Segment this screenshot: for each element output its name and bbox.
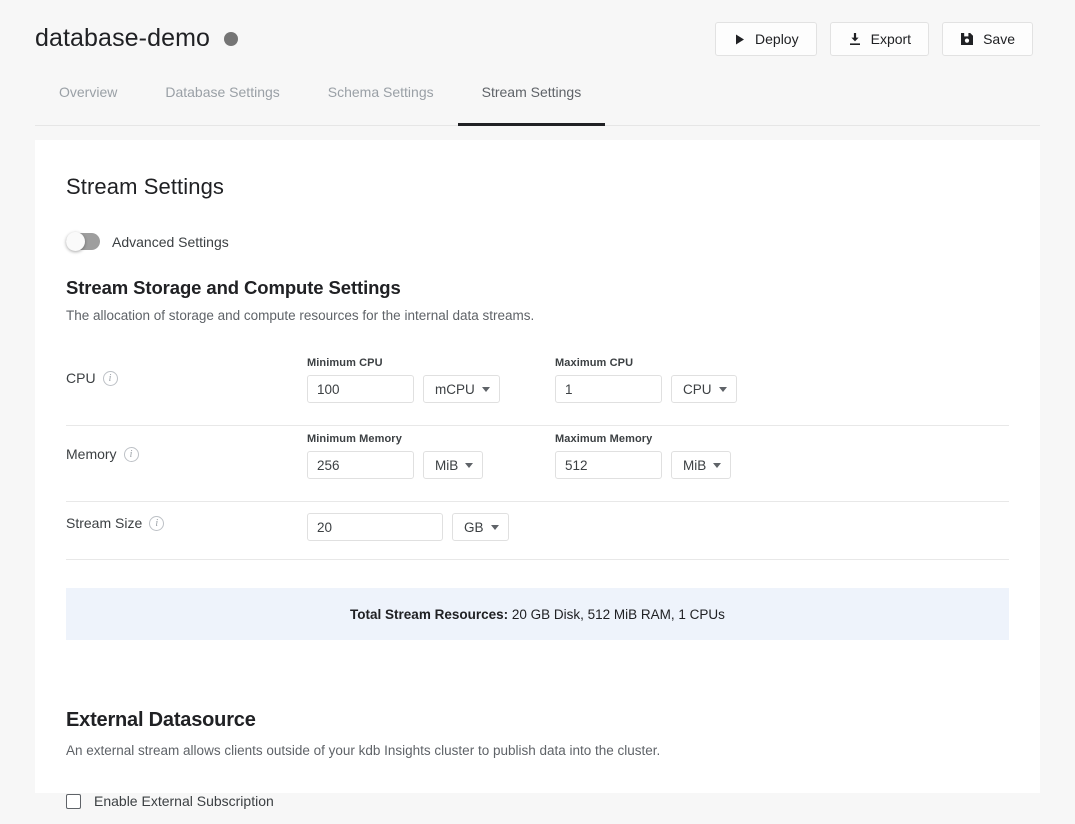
page-title-group: database-demo <box>35 24 239 53</box>
chevron-down-icon <box>713 462 722 468</box>
tab-schema-settings-label: Schema Settings <box>327 84 434 100</box>
field-maximum-memory: Maximum Memory MiB <box>555 426 803 479</box>
stream-size-input[interactable] <box>307 513 443 541</box>
stream-settings-card: Stream Settings Advanced Settings Stream… <box>35 140 1040 809</box>
setting-row-cpu-label-group: CPU i <box>66 350 307 386</box>
external-datasource-section: External Datasource An external stream a… <box>66 709 1009 809</box>
stream-size-unit-select[interactable]: GB <box>452 513 509 541</box>
total-stream-resources-banner: Total Stream Resources: 20 GB Disk, 512 … <box>66 588 1009 640</box>
maximum-cpu-input[interactable] <box>555 375 662 403</box>
field-minimum-cpu: Minimum CPU mCPU <box>307 350 555 403</box>
setting-row-memory-label: Memory <box>66 446 117 462</box>
field-minimum-memory-label: Minimum Memory <box>307 433 402 445</box>
stream-size-unit-value: GB <box>464 519 484 535</box>
save-button-label: Save <box>983 31 1015 47</box>
setting-row-memory-label-group: Memory i <box>66 426 307 462</box>
maximum-cpu-unit-select[interactable]: CPU <box>671 375 737 403</box>
enable-external-subscription-label: Enable External Subscription <box>94 793 274 809</box>
advanced-settings-row: Advanced Settings <box>66 232 1009 251</box>
maximum-memory-input[interactable] <box>555 451 662 479</box>
field-minimum-memory: Minimum Memory MiB <box>307 426 555 479</box>
chevron-down-icon <box>718 386 727 392</box>
minimum-cpu-unit-select[interactable]: mCPU <box>423 375 500 403</box>
export-button[interactable]: Export <box>829 22 930 56</box>
minimum-memory-unit-value: MiB <box>435 457 459 473</box>
minimum-memory-unit-select[interactable]: MiB <box>423 451 484 479</box>
minimum-cpu-input[interactable] <box>307 375 414 403</box>
maximum-memory-unit-select[interactable]: MiB <box>671 451 732 479</box>
enable-external-subscription-row: Enable External Subscription <box>66 793 1009 809</box>
setting-row-cpu-label: CPU <box>66 370 96 386</box>
external-datasource-description: An external stream allows clients outsid… <box>66 743 661 758</box>
setting-row-cpu: CPU i Minimum CPU mCPU Maximum CPU <box>66 350 1009 426</box>
storage-description: The allocation of storage and compute re… <box>66 308 535 323</box>
tab-overview-label: Overview <box>59 84 118 100</box>
tab-overview[interactable]: Overview <box>35 78 141 126</box>
info-circle-icon[interactable]: i <box>102 370 118 386</box>
enable-external-subscription-checkbox[interactable] <box>66 793 81 809</box>
export-button-label: Export <box>870 31 912 47</box>
play-icon <box>733 33 746 46</box>
advanced-settings-label: Advanced Settings <box>112 233 229 250</box>
save-button[interactable]: Save <box>942 22 1033 56</box>
field-maximum-cpu: Maximum CPU CPU <box>555 350 803 403</box>
field-stream-size: GB <box>307 502 607 541</box>
tab-schema-settings[interactable]: Schema Settings <box>304 78 458 126</box>
field-minimum-cpu-label: Minimum CPU <box>307 357 383 369</box>
info-circle-icon[interactable]: i <box>149 515 165 531</box>
maximum-memory-unit-value: MiB <box>683 457 707 473</box>
tab-database-settings-label: Database Settings <box>165 84 280 100</box>
advanced-settings-toggle[interactable] <box>66 232 100 251</box>
setting-row-stream-size: Stream Size i GB <box>66 502 1009 560</box>
tab-bar: Overview Database Settings Schema Settin… <box>0 78 1075 126</box>
page-header: database-demo Deploy Export Save <box>0 0 1075 78</box>
deploy-button[interactable]: Deploy <box>715 22 817 56</box>
toggle-knob <box>66 232 85 251</box>
chevron-down-icon <box>481 386 490 392</box>
chevron-down-icon <box>465 462 474 468</box>
tab-stream-settings-label: Stream Settings <box>481 84 582 100</box>
status-dot-icon <box>224 31 239 46</box>
minimum-memory-input[interactable] <box>307 451 414 479</box>
info-circle-icon[interactable]: i <box>123 446 139 462</box>
setting-row-stream-size-label-group: Stream Size i <box>66 502 307 531</box>
setting-row-stream-size-label: Stream Size <box>66 515 143 531</box>
settings-rows: CPU i Minimum CPU mCPU Maximum CPU <box>66 350 1009 560</box>
maximum-cpu-unit-value: CPU <box>683 381 712 397</box>
setting-row-memory: Memory i Minimum Memory MiB Maximum Memo… <box>66 426 1009 502</box>
field-maximum-cpu-label: Maximum CPU <box>555 357 634 369</box>
external-datasource-heading: External Datasource <box>66 709 256 731</box>
total-stream-resources-label: Total Stream Resources: <box>350 606 509 622</box>
tab-database-settings[interactable]: Database Settings <box>141 78 303 126</box>
tab-stream-settings[interactable]: Stream Settings <box>457 78 606 126</box>
chevron-down-icon <box>490 524 499 530</box>
deploy-button-label: Deploy <box>755 31 799 47</box>
storage-heading: Stream Storage and Compute Settings <box>66 277 401 298</box>
save-floppy-icon <box>960 32 974 46</box>
download-icon <box>848 32 862 46</box>
header-actions: Deploy Export Save <box>715 22 1033 56</box>
total-stream-resources-value: 20 GB Disk, 512 MiB RAM, 1 CPUs <box>511 606 725 622</box>
field-maximum-memory-label: Maximum Memory <box>555 433 653 445</box>
page-title: database-demo <box>35 24 211 52</box>
minimum-cpu-unit-value: mCPU <box>435 381 475 397</box>
section-title: Stream Settings <box>66 174 225 199</box>
